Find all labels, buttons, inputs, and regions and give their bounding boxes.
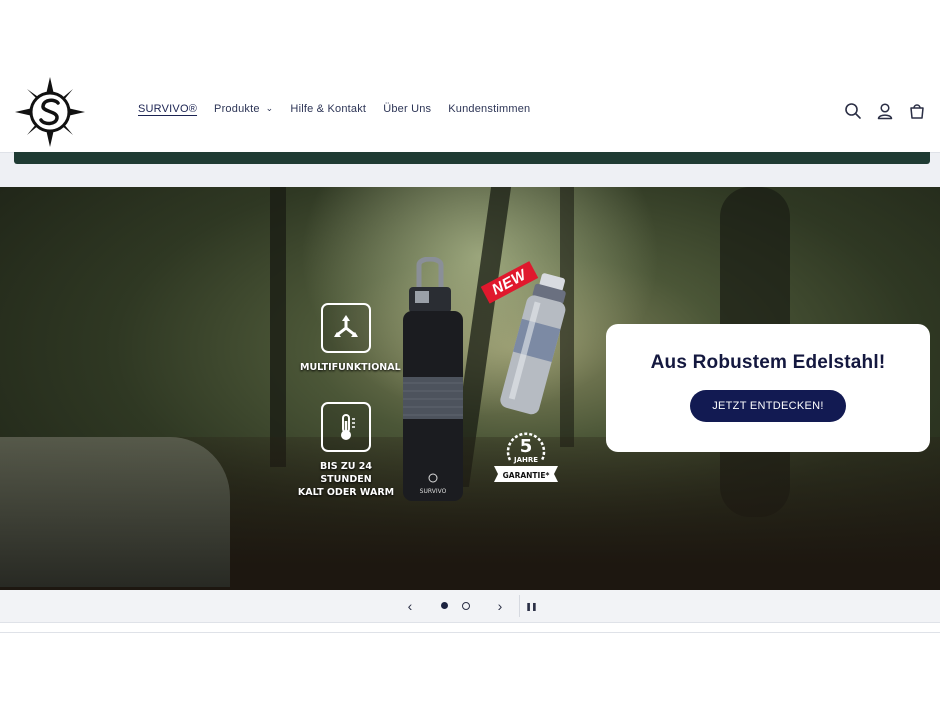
jetzt-entdecken-button[interactable]: JETZT ENTDECKEN! [690, 390, 846, 422]
search-icon[interactable] [842, 100, 864, 122]
controls-divider [519, 595, 520, 617]
tree-trunk [270, 187, 286, 467]
feature-label: MULTIFUNKTIONAL [300, 362, 401, 373]
header-icon-group [832, 100, 928, 122]
pause-icon: ❚❚ [525, 601, 537, 611]
warranty-label: GARANTIE* [503, 471, 550, 480]
pause-slideshow-button[interactable]: ❚❚ [524, 590, 538, 622]
nav-item-kundenstimmen[interactable]: Kundenstimmen [448, 103, 530, 115]
site-header: SURVIVO® Produkte ⌄ Hilfe & Kontakt Über … [0, 72, 940, 152]
chevron-left-icon: ‹ [407, 598, 413, 614]
cart-icon[interactable] [906, 100, 928, 122]
feature-label: BIS ZU 24 STUNDEN [319, 461, 373, 485]
hero-slideshow: MULTIFUNKTIONAL BIS ZU 24 STUNDEN KALT O… [0, 187, 940, 590]
nav-item-label: Hilfe & Kontakt [290, 103, 367, 115]
slideshow-controls: ‹ › ❚❚ [0, 590, 940, 623]
warranty-unit: JAHRE [513, 456, 538, 464]
nav-item-survivo[interactable]: SURVIVO® [138, 103, 197, 115]
nav-item-label: Kundenstimmen [448, 103, 531, 115]
feature-temperatur: BIS ZU 24 STUNDEN KALT ODER WARM [296, 402, 396, 499]
nav-item-label: Über Uns [383, 103, 432, 115]
black-bottle-image: SURVIVO [403, 257, 463, 501]
next-slide-button[interactable]: › [490, 590, 510, 622]
nav-item-ueber-uns[interactable]: Über Uns [383, 103, 431, 115]
chevron-right-icon: › [497, 598, 503, 614]
multitool-icon [321, 303, 371, 353]
promo-heading: Aus Robustem Edelstahl! [650, 352, 886, 373]
top-spacer [0, 0, 940, 72]
feature-label: KALT ODER WARM [297, 487, 395, 498]
warranty-badge: 5 JAHRE GARANTIE* [494, 432, 558, 482]
account-icon[interactable] [874, 100, 896, 122]
compass-logo[interactable] [13, 75, 87, 149]
nav-item-hilfe-kontakt[interactable]: Hilfe & Kontakt [290, 103, 366, 115]
previous-slide-button[interactable]: ‹ [400, 590, 420, 622]
forest-stream [0, 437, 230, 587]
slide-dot-1[interactable] [441, 602, 448, 609]
nav-item-label: SURVIVO® [138, 103, 198, 115]
warranty-number: 5 [520, 436, 533, 457]
promo-card: Aus Robustem Edelstahl! JETZT ENTDECKEN! [606, 324, 930, 452]
nav-item-produkte[interactable]: Produkte ⌄ [214, 103, 273, 115]
bottle-brand-label: SURVIVO [420, 488, 447, 495]
section-divider [0, 632, 940, 633]
chevron-down-icon: ⌄ [265, 103, 274, 113]
main-navigation: SURVIVO® Produkte ⌄ Hilfe & Kontakt Über … [138, 103, 547, 115]
announcement-bar [14, 152, 930, 164]
nav-item-label: Produkte [214, 103, 260, 115]
slide-dot-2[interactable] [462, 602, 470, 610]
thermometer-icon [321, 402, 371, 452]
feature-multifunktional: MULTIFUNKTIONAL [300, 303, 401, 374]
